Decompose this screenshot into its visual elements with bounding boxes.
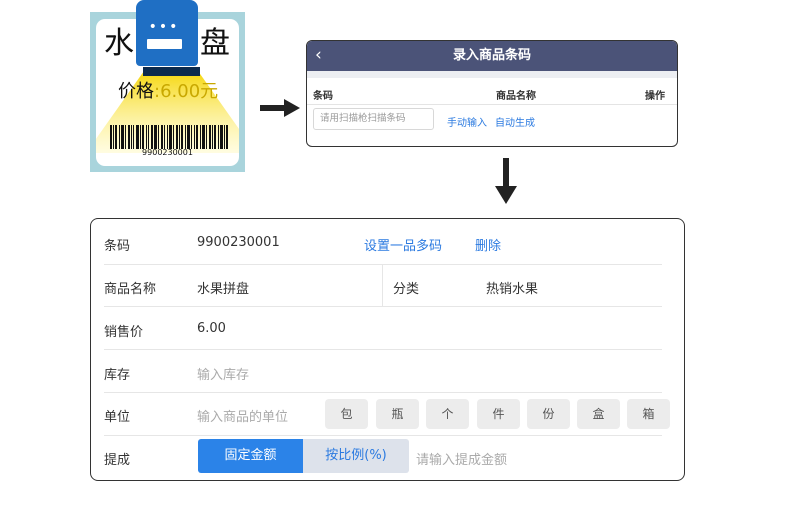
product-form: 条码 9900230001 设置一品多码 删除 商品名称 水果拼盘 分类 热销水… [90, 218, 685, 481]
stock-input[interactable]: 输入库存 [197, 364, 249, 383]
column-separator [382, 265, 383, 307]
price-value[interactable]: 6.00 [197, 321, 226, 336]
commission-label: 提成 [104, 453, 131, 468]
barcode-entry-title: 录入商品条码 [452, 48, 531, 63]
tag-char-left: 水 [104, 26, 134, 61]
price-label: 销售价 [104, 325, 144, 340]
unit-option-bag[interactable]: 包 [325, 399, 368, 429]
unit-label: 单位 [104, 410, 131, 425]
delete-link[interactable]: 删除 [475, 235, 501, 254]
unit-option-box[interactable]: 盒 [577, 399, 620, 429]
auto-generate-link[interactable]: 自动生成 [495, 114, 535, 129]
unit-option-piece[interactable]: 个 [426, 399, 469, 429]
col-product-name: 商品名称 [496, 91, 536, 102]
scanner-dots: ••• [148, 19, 180, 35]
product-name-label: 商品名称 [104, 282, 157, 297]
unit-option-case[interactable]: 箱 [627, 399, 670, 429]
product-name-value[interactable]: 水果拼盘 [197, 278, 249, 297]
tag-barcode-number: 9900230001 [142, 148, 193, 157]
col-barcode: 条码 [313, 91, 333, 102]
divider [104, 435, 662, 436]
name-category-row: 商品名称 水果拼盘 分类 热销水果 [91, 265, 674, 307]
unit-option-item[interactable]: 件 [477, 399, 520, 429]
barcode-entry-panel: ‹ 录入商品条码 条码 商品名称 操作 请用扫描枪扫描条码 手动输入 自动生成 [306, 40, 678, 147]
barcode-input-row: 请用扫描枪扫描条码 手动输入 自动生成 [307, 105, 677, 135]
arrow-down-icon [495, 158, 517, 204]
tag-price: 价格:6.00元 [118, 81, 218, 103]
multi-code-link[interactable]: 设置一品多码 [364, 235, 442, 254]
tag-price-value: :6.00元 [154, 81, 219, 102]
barcode-entry-header: ‹ 录入商品条码 [307, 41, 677, 71]
barcode-scanner-icon: ••• [136, 0, 198, 66]
barcode-table-header: 条码 商品名称 操作 [307, 78, 677, 105]
stock-row: 库存 输入库存 [91, 350, 674, 393]
barcode-scan-input[interactable]: 请用扫描枪扫描条码 [313, 108, 434, 130]
unit-input[interactable]: 输入商品的单位 [197, 406, 288, 425]
unit-option-bottle[interactable]: 瓶 [376, 399, 419, 429]
category-value[interactable]: 热销水果 [486, 278, 538, 297]
scanner-slot [147, 39, 182, 49]
barcode-value[interactable]: 9900230001 [197, 235, 280, 250]
tag-char-right: 盘 [200, 26, 230, 61]
price-row: 销售价 6.00 [91, 307, 674, 350]
manual-input-link[interactable]: 手动输入 [447, 114, 487, 129]
barcode-row: 条码 9900230001 设置一品多码 删除 [91, 219, 674, 265]
stock-label: 库存 [104, 368, 131, 383]
commission-fixed-button[interactable]: 固定金额 [198, 439, 303, 473]
commission-amount-input[interactable]: 请输入提成金额 [416, 449, 507, 468]
header-gap [307, 71, 677, 78]
category-label: 分类 [393, 282, 420, 297]
scanner-base [143, 67, 200, 76]
arrow-right-icon [260, 99, 300, 117]
unit-option-portion[interactable]: 份 [527, 399, 570, 429]
barcode-label: 条码 [104, 239, 131, 254]
commission-ratio-button[interactable]: 按比例(%) [303, 439, 409, 473]
col-action: 操作 [645, 91, 665, 102]
tag-price-label: 价格 [118, 81, 154, 102]
barcode-graphic [110, 125, 228, 149]
